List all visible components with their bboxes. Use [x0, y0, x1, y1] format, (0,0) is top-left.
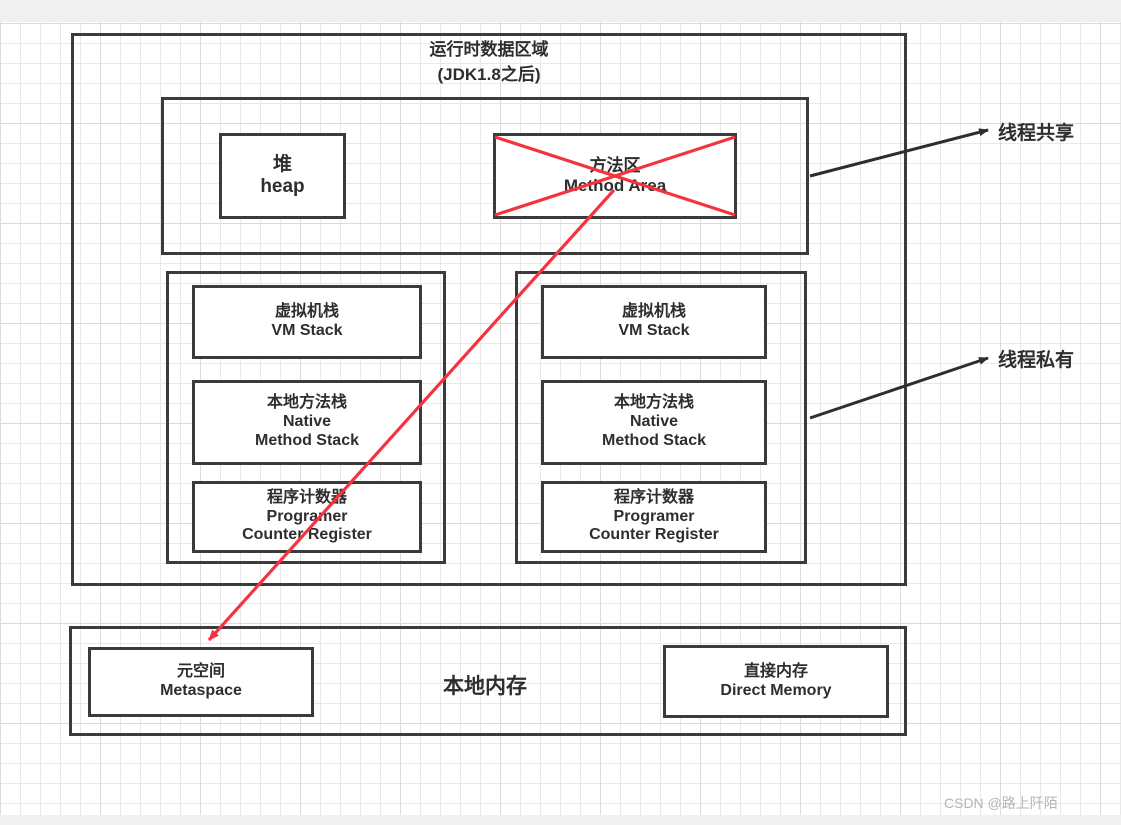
- pc-register-box-2: 程序计数器 Programer Counter Register: [541, 481, 767, 553]
- native-method-stack-box-2: 本地方法栈 Native Method Stack: [541, 380, 767, 465]
- thread-private-label: 线程私有: [998, 350, 1075, 371]
- metaspace-box: 元空间 Metaspace: [88, 647, 314, 717]
- vm-stack-label-cn-2: 虚拟机栈: [621, 303, 686, 321]
- method-area-label-cn: 方法区: [589, 155, 641, 175]
- runtime-title-cn: 运行时数据区域: [429, 40, 549, 59]
- pc-register-label-en1-1: Programer: [266, 507, 348, 525]
- vm-stack-box-1: 虚拟机栈 VM Stack: [192, 285, 422, 359]
- native-method-stack-label-en2-2: Method Stack: [601, 431, 706, 449]
- native-method-stack-label-en1-2: Native: [629, 413, 679, 431]
- heap-label-en: heap: [260, 176, 305, 197]
- pc-register-box-1: 程序计数器 Programer Counter Register: [192, 481, 422, 553]
- pc-register-label-en2-2: Counter Register: [589, 526, 719, 544]
- heap-label-cn: 堆: [272, 153, 292, 175]
- method-area-box: 方法区 Method Area: [493, 133, 737, 219]
- native-memory-title: 本地内存: [443, 675, 527, 698]
- vm-stack-label-cn-1: 虚拟机栈: [274, 303, 339, 321]
- heap-box: 堆 heap: [219, 133, 346, 219]
- pc-register-label-en2-1: Counter Register: [242, 526, 372, 544]
- pc-register-label-cn-2: 程序计数器: [613, 488, 694, 506]
- direct-memory-label-cn: 直接内存: [743, 662, 808, 680]
- native-method-stack-label-cn-1: 本地方法栈: [266, 394, 347, 412]
- metaspace-label-cn: 元空间: [176, 663, 225, 681]
- runtime-data-area-title: 运行时数据区域 (JDK1.8之后): [71, 38, 907, 87]
- native-method-stack-label-cn-2: 本地方法栈: [613, 394, 694, 412]
- native-method-stack-label-en1-1: Native: [282, 413, 332, 431]
- metaspace-label-en: Metaspace: [160, 682, 242, 699]
- pc-register-label-cn-1: 程序计数器: [266, 488, 347, 506]
- diagram-canvas: 运行时数据区域 (JDK1.8之后) 堆 heap 方法区 Method Are…: [0, 0, 1121, 825]
- vm-stack-label-en-1: VM Stack: [271, 322, 343, 339]
- native-method-stack-box-1: 本地方法栈 Native Method Stack: [192, 380, 422, 465]
- direct-memory-box: 直接内存 Direct Memory: [663, 645, 889, 718]
- watermark: CSDN @路上阡陌: [944, 795, 1058, 811]
- vm-stack-label-en-2: VM Stack: [618, 322, 690, 339]
- runtime-title-en: (JDK1.8之后): [437, 64, 541, 84]
- bottom-band: [0, 815, 1121, 825]
- method-area-label-en: Method Area: [563, 176, 667, 195]
- thread-shared-label: 线程共享: [998, 123, 1075, 144]
- direct-memory-label-en: Direct Memory: [720, 681, 832, 699]
- pc-register-label-en1-2: Programer: [613, 507, 695, 525]
- native-method-stack-label-en2-1: Method Stack: [254, 431, 359, 449]
- vm-stack-box-2: 虚拟机栈 VM Stack: [541, 285, 767, 359]
